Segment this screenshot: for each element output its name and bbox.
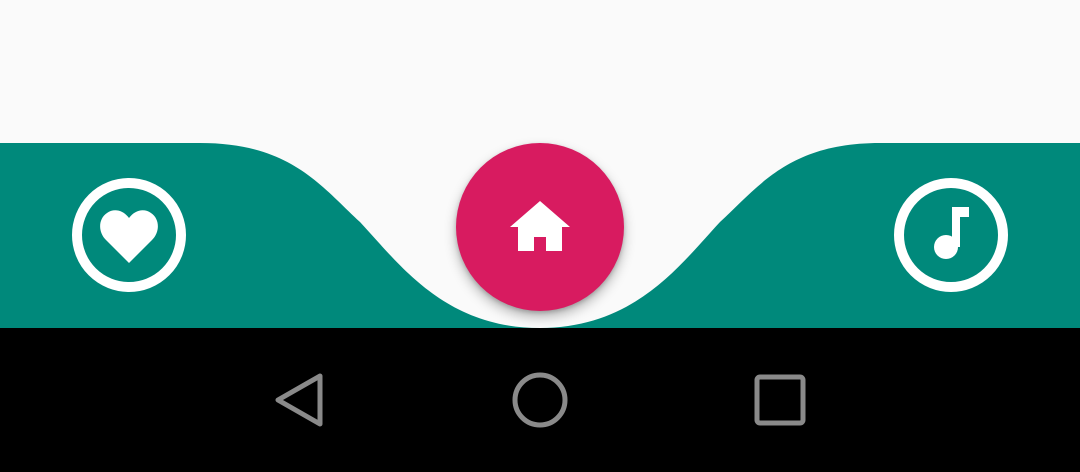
system-back-button[interactable] [270, 370, 330, 430]
nav-item-favorites[interactable] [71, 177, 187, 293]
recents-square-icon [754, 374, 806, 426]
home-circle-icon [512, 372, 568, 428]
music-note-icon [894, 178, 1008, 292]
back-triangle-icon [275, 373, 323, 427]
curved-bottom-navigation [0, 0, 1080, 328]
home-fab-button[interactable] [456, 143, 624, 311]
home-icon [510, 201, 570, 251]
heart-icon [72, 178, 186, 292]
system-recents-button[interactable] [750, 370, 810, 430]
system-home-button[interactable] [510, 370, 570, 430]
app-screen [0, 0, 1080, 472]
nav-item-music[interactable] [893, 177, 1009, 293]
system-navigation-bar [0, 328, 1080, 472]
